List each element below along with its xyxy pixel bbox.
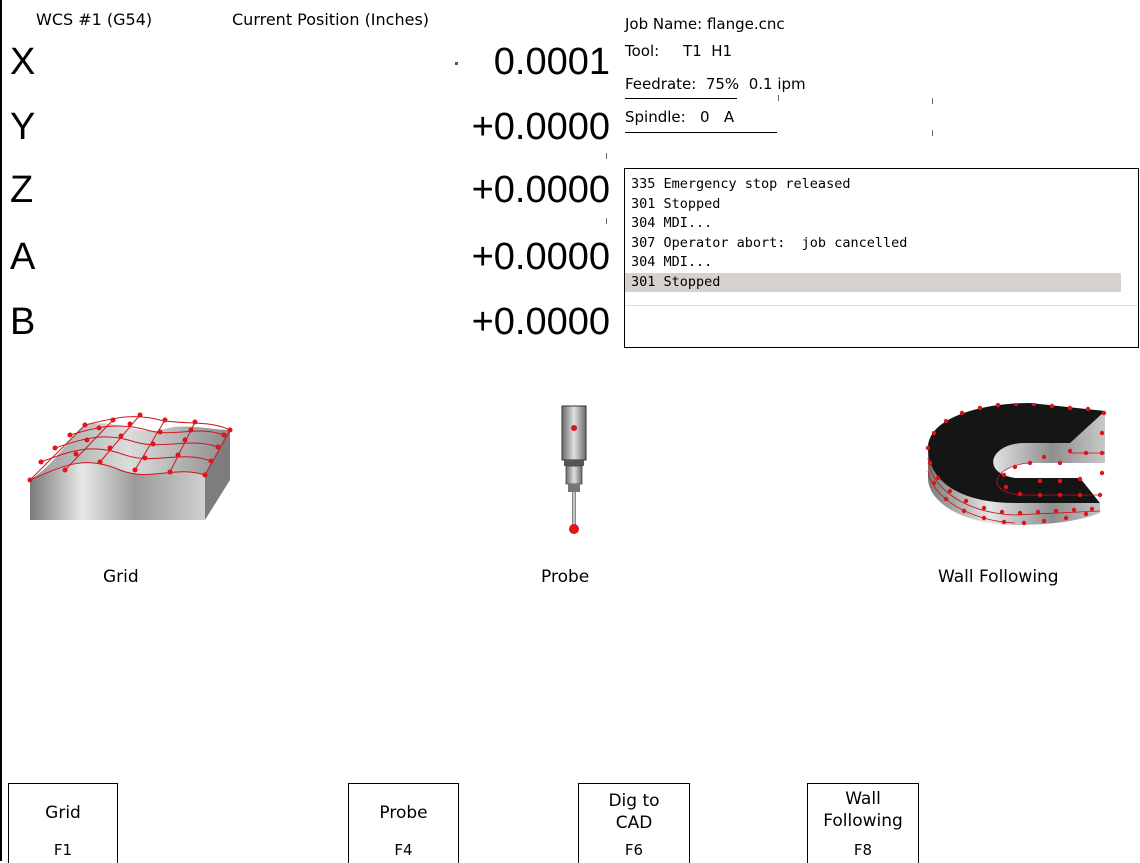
tick-mark — [606, 153, 607, 159]
tool-info: Tool: T1 H1 — [625, 42, 733, 60]
axis-x-letter: X — [10, 41, 36, 83]
grid-f1-button[interactable]: Grid F1 — [8, 783, 118, 863]
probe-f4-button[interactable]: Probe F4 — [348, 783, 459, 863]
message-line: 304 MDI... — [631, 215, 713, 231]
wall-following-icon[interactable] — [920, 403, 1110, 533]
spindle-info: Spindle: 0 A — [625, 108, 735, 126]
sign-mark — [455, 62, 458, 65]
grid-caption: Grid — [103, 567, 139, 587]
message-log[interactable]: 335 Emergency stop released 301 Stopped … — [624, 168, 1139, 348]
axis-b-letter: B — [10, 301, 36, 343]
axis-z-letter: Z — [10, 169, 34, 211]
message-line: 304 MDI... — [631, 254, 713, 270]
wall-following-f8-button[interactable]: Wall Following F8 — [807, 783, 919, 863]
axis-b-value: +0.0000 — [471, 301, 610, 343]
fkey-label: Grid — [45, 803, 81, 823]
grid-surface-icon[interactable] — [25, 410, 240, 525]
message-line: 301 Stopped — [631, 195, 721, 212]
feedrate-bar — [625, 98, 737, 99]
fkey-key: F8 — [853, 841, 873, 859]
probe-caption: Probe — [541, 567, 590, 587]
axis-y-value: +0.0000 — [471, 106, 610, 148]
message-line-selected: 301 Stopped — [625, 272, 1121, 292]
tick-mark — [606, 218, 607, 224]
feedrate-info: Feedrate: 75% 0.1 ipm — [625, 75, 806, 93]
fkey-key: F6 — [624, 841, 644, 859]
message-line: 335 Emergency stop released — [631, 176, 851, 192]
position-title: Current Position (Inches) — [232, 10, 430, 29]
axis-y-letter: Y — [10, 106, 36, 148]
tick-mark — [932, 98, 933, 104]
fkey-key: F1 — [53, 841, 73, 859]
axis-a-letter: A — [10, 236, 36, 278]
message-line: 307 Operator abort: job cancelled — [631, 234, 908, 251]
tick-mark — [932, 130, 933, 136]
axis-z-value: +0.0000 — [471, 169, 610, 211]
fkey-label: Wall Following — [823, 789, 903, 831]
wall-following-caption: Wall Following — [938, 567, 1059, 587]
axis-x-value: 0.0001 — [493, 41, 610, 83]
tick-mark — [778, 95, 779, 101]
fkey-key: F4 — [394, 841, 413, 859]
dig-to-cad-f6-button[interactable]: Dig to CAD F6 — [578, 783, 690, 863]
axis-a-value: +0.0000 — [471, 236, 610, 278]
job-name: Job Name: flange.cnc — [625, 15, 785, 33]
spindle-bar — [625, 132, 777, 133]
fkey-label: Probe — [379, 803, 428, 823]
wcs-label: WCS #1 (G54) — [36, 10, 153, 29]
message-divider — [625, 305, 1138, 306]
fkey-label: Dig to CAD — [608, 791, 660, 833]
probe-icon[interactable] — [555, 404, 595, 539]
